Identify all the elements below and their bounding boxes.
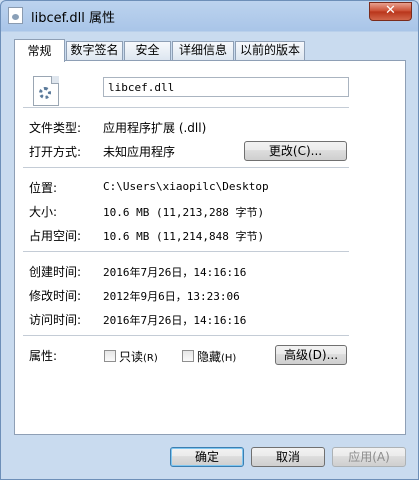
open-with-value: 未知应用程序	[103, 145, 176, 159]
cancel-button[interactable]: 取消	[251, 447, 325, 467]
readonly-checkbox-label[interactable]: 只读(R)	[119, 348, 158, 365]
size-on-disk-label: 占用空间:	[29, 229, 82, 243]
tab-general[interactable]: 常规	[14, 39, 65, 62]
advanced-button[interactable]: 高级(D)...	[275, 345, 347, 365]
file-type-label: 文件类型:	[29, 121, 82, 135]
separator	[23, 251, 349, 252]
tab-details[interactable]: 详细信息	[172, 41, 234, 60]
size-on-disk-value: 10.6 MB (11,214,848 字节)	[103, 230, 265, 243]
file-name-input[interactable]	[103, 77, 349, 97]
hidden-checkbox-label[interactable]: 隐藏(H)	[197, 348, 236, 365]
hidden-hotkey: (H)	[221, 353, 237, 364]
dll-file-icon	[33, 76, 59, 106]
readonly-checkbox[interactable]	[104, 350, 116, 362]
separator	[23, 335, 349, 336]
hidden-text: 隐藏	[197, 350, 222, 364]
size-value: 10.6 MB (11,213,288 字节)	[103, 206, 265, 219]
file-type-value: 应用程序扩展 (.dll)	[103, 121, 207, 135]
readonly-text: 只读	[119, 350, 144, 364]
tab-security[interactable]: 安全	[124, 41, 171, 60]
accessed-label: 访问时间:	[29, 313, 82, 327]
title-bar[interactable]: libcef.dll 属性 ✕	[1, 1, 418, 31]
separator	[23, 107, 349, 108]
modified-label: 修改时间:	[29, 289, 82, 303]
location-label: 位置:	[29, 181, 58, 195]
created-value: 2016年7月26日，14:16:16	[103, 266, 247, 279]
ok-button[interactable]: 确定	[170, 447, 244, 467]
tab-previous-versions[interactable]: 以前的版本	[235, 41, 305, 60]
hidden-checkbox[interactable]	[182, 350, 194, 362]
close-button[interactable]: ✕	[369, 2, 412, 21]
created-label: 创建时间:	[29, 265, 82, 279]
apply-button[interactable]: 应用(A)	[332, 447, 406, 467]
window-title: libcef.dll 属性	[31, 11, 115, 26]
tab-digital-signatures[interactable]: 数字签名	[66, 41, 123, 60]
separator	[23, 167, 349, 168]
accessed-value: 2016年7月26日，14:16:16	[103, 314, 247, 327]
change-button[interactable]: 更改(C)...	[244, 141, 347, 161]
size-label: 大小:	[29, 205, 58, 219]
open-with-label: 打开方式:	[29, 145, 82, 159]
file-icon	[8, 7, 23, 24]
location-value: C:\Users\xiaopilc\Desktop	[103, 180, 269, 193]
modified-value: 2012年9月6日，13:23:06	[103, 290, 240, 303]
properties-window: libcef.dll 属性 ✕ 常规 数字签名 安全 详细信息 以前的版本 文件…	[0, 0, 419, 480]
readonly-hotkey: (R)	[143, 353, 158, 364]
general-tab-panel: 文件类型: 应用程序扩展 (.dll) 打开方式: 未知应用程序 更改(C)..…	[14, 60, 406, 435]
gear-icon	[39, 87, 51, 99]
attributes-label: 属性:	[29, 349, 58, 363]
